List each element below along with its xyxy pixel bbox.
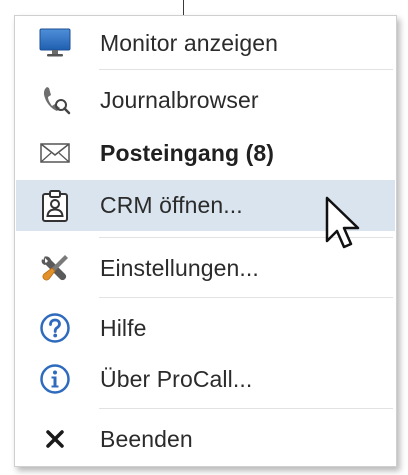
menu-item-label: Hilfe	[100, 314, 147, 341]
menu-separator	[99, 297, 393, 298]
menu-item-ueber[interactable]: Über ProCall...	[16, 353, 395, 405]
info-icon	[37, 361, 73, 397]
menu-separator	[99, 408, 393, 409]
menu-item-label: Beenden	[100, 425, 193, 452]
menu-separator	[99, 69, 393, 70]
menu-item-label: CRM öffnen...	[100, 192, 243, 218]
menu-item-journalbrowser[interactable]: Journalbrowser	[16, 74, 395, 126]
contact-card-icon	[37, 188, 73, 224]
menu-item-posteingang[interactable]: Posteingang (8)	[16, 127, 395, 179]
envelope-icon	[37, 135, 73, 171]
menu-item-monitor[interactable]: Monitor anzeigen	[16, 17, 395, 69]
menu-item-beenden[interactable]: Beenden	[16, 413, 395, 465]
menu-item-label: Monitor anzeigen	[100, 29, 279, 56]
tray-anchor-line	[183, 0, 184, 15]
phone-search-icon	[37, 82, 73, 118]
menu-item-label: Journalbrowser	[100, 86, 259, 113]
menu-item-hilfe[interactable]: Hilfe	[16, 302, 395, 354]
tools-icon	[37, 250, 73, 286]
screenshot-stage: Monitor anzeigen Journalbrowser Posteing…	[0, 0, 408, 475]
close-icon	[37, 421, 73, 457]
monitor-icon	[37, 25, 73, 61]
menu-item-label: Über ProCall...	[100, 365, 253, 392]
help-icon	[37, 310, 73, 346]
mouse-pointer-icon	[323, 195, 363, 255]
menu-item-label: Posteingang (8)	[100, 139, 275, 166]
menu-item-label: Einstellungen...	[100, 254, 259, 281]
